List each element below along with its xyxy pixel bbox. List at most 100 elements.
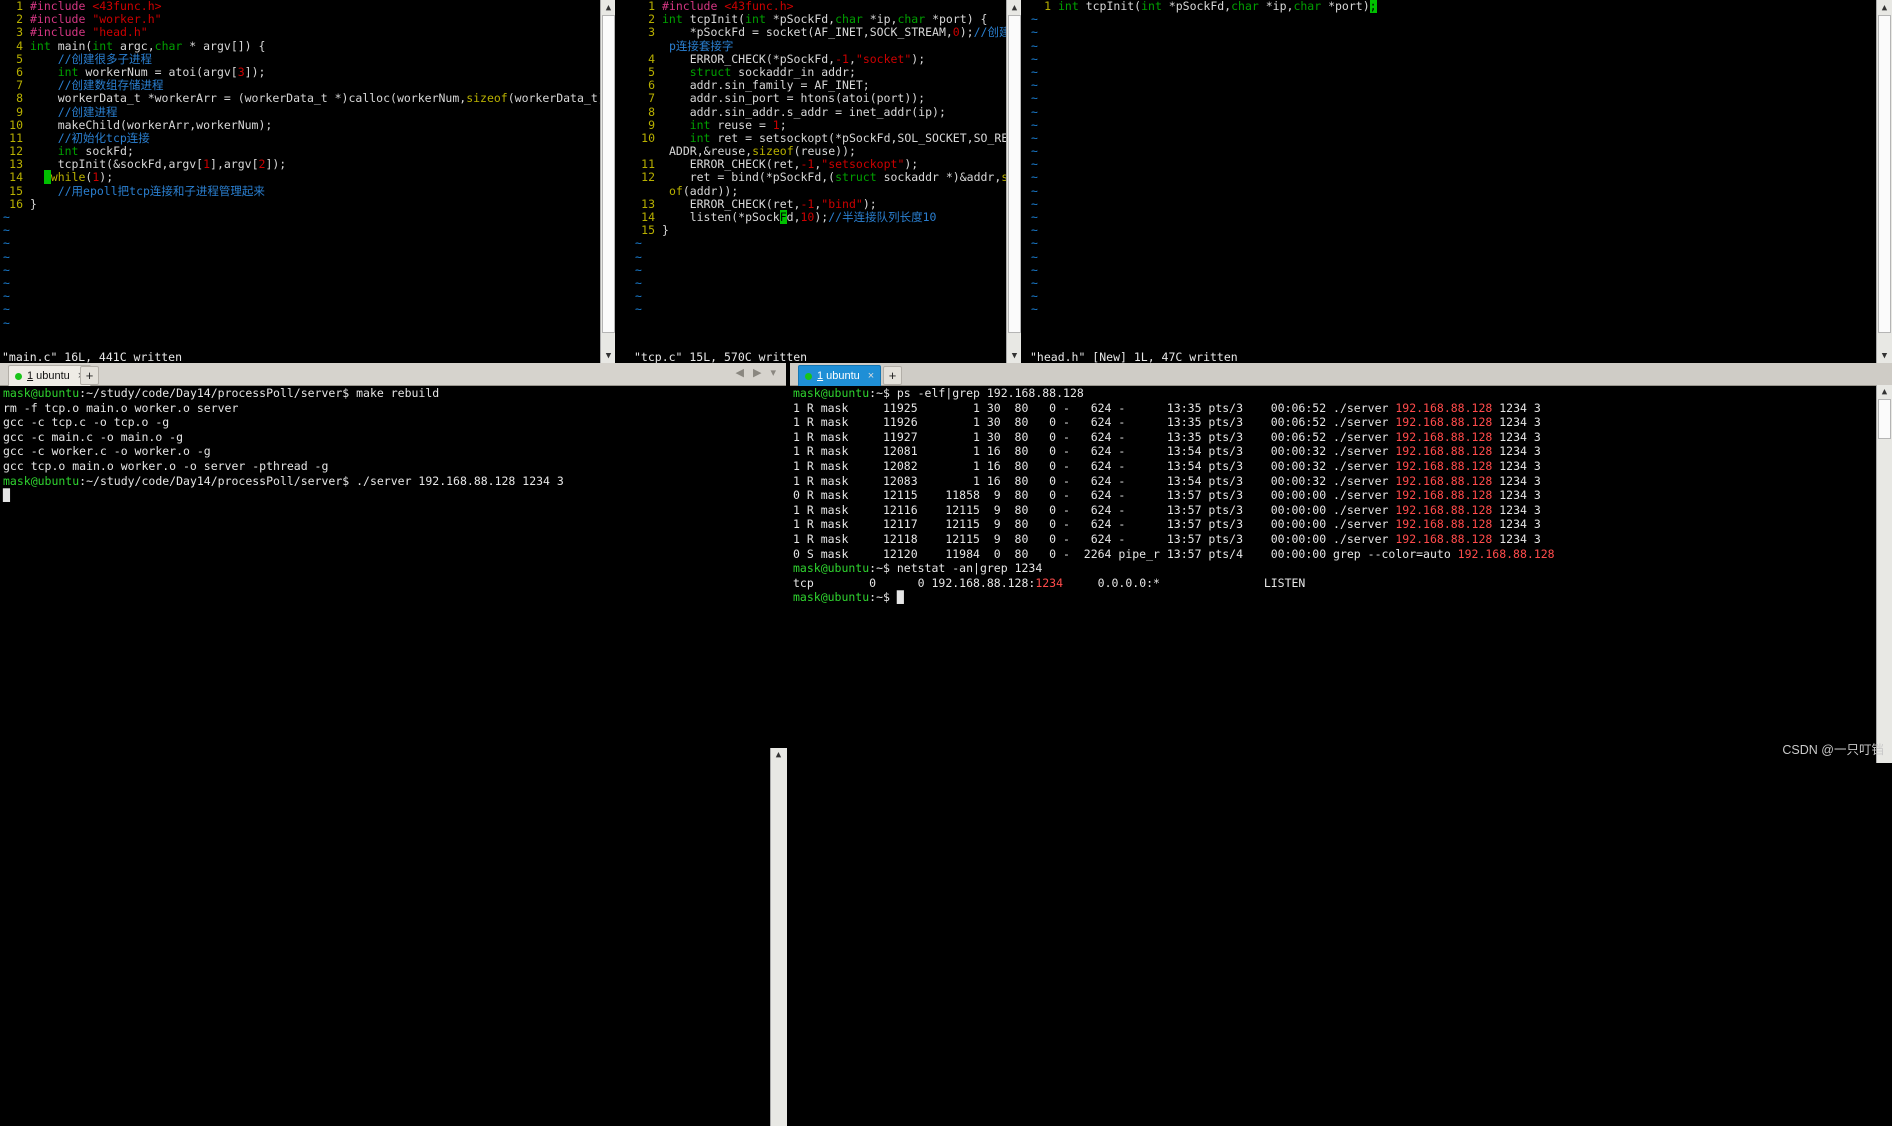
scroll-up-icon[interactable]: ▲: [1877, 0, 1892, 15]
scroll-up-icon[interactable]: ▲: [771, 748, 786, 762]
terminal-left-scrollbar[interactable]: ▲: [770, 748, 787, 1126]
terminal-line: 0 R mask 12115 11858 9 80 0 - 624 - 13:5…: [790, 488, 1892, 503]
code-token: int: [57, 64, 79, 79]
code-token: sockaddr_in addr;: [731, 64, 856, 79]
scroll-up-icon[interactable]: ▲: [1877, 385, 1892, 399]
terminal-line: mask@ubuntu:~/study/code/Day14/processPo…: [0, 386, 786, 401]
vim-scrollbar-head-h[interactable]: ▲ ▼: [1876, 0, 1892, 363]
terminal-right-scrollbar[interactable]: ▲: [1876, 385, 1892, 763]
new-tab-button[interactable]: +: [80, 366, 99, 385]
terminal-right[interactable]: 1 ubuntu × + mask@ubuntu:~$ ps -elf|grep…: [790, 363, 1892, 764]
line-number: 14: [9, 170, 23, 185]
code-token: p连接套接字: [669, 38, 734, 53]
code-text: }: [662, 224, 669, 237]
code-token: int: [1141, 0, 1162, 13]
vim-empty-line-marker: ~: [3, 275, 10, 290]
terminal-right-output[interactable]: mask@ubuntu:~$ ps -elf|grep 192.168.88.1…: [790, 386, 1892, 764]
code-token: *pSockFd,: [765, 12, 836, 27]
vim-pane-main-c[interactable]: 1 #include <43func.h> 2 #include "worker.h"…: [0, 0, 600, 363]
tabbar-menu-icon[interactable]: ▾: [770, 366, 776, 379]
code-line: 14 listen(*pSockFd,10);//半连接队列长度10: [632, 210, 1020, 224]
terminal-text: 1234 3: [1492, 415, 1541, 430]
code-token: *pSockFd,: [1161, 0, 1232, 13]
watermark: CSDN @一只叮铛: [1782, 743, 1884, 757]
terminal-left-tabbar[interactable]: 1 ubuntu × + ◀ ▶ ▾: [0, 363, 786, 386]
tabbar-nav-controls[interactable]: ◀ ▶ ▾: [736, 366, 776, 379]
code-token: "head.h": [92, 25, 148, 40]
code-token: );: [911, 51, 926, 66]
terminal-text: 1234 3: [1492, 517, 1541, 532]
code-token: int: [689, 117, 711, 132]
code-area-head-h[interactable]: 1 int tcpInit(int *pSockFd,char *ip,char …: [1028, 0, 1892, 317]
vim-empty-line-marker: ~: [1031, 78, 1038, 93]
code-token: int: [1058, 0, 1079, 13]
vim-empty-line-marker: ~: [1031, 289, 1038, 304]
code-token: tcpInit(: [682, 12, 746, 27]
terminal-text: 0 S mask 12120 11984 0 80 0 - 2264 pipe_…: [793, 546, 1458, 561]
code-token: ERROR_CHECK(ret,: [662, 157, 801, 172]
terminal-left[interactable]: 1 ubuntu × + ◀ ▶ ▾ mask@ubuntu:~/study/c…: [0, 363, 786, 764]
line-number: 9: [648, 117, 655, 132]
scrollbar-thumb[interactable]: [1008, 15, 1021, 333]
scroll-down-icon[interactable]: ▼: [1007, 348, 1022, 363]
terminal-text: 1 R mask 12083 1 16 80 0 - 624 - 13:54 p…: [793, 473, 1396, 488]
code-token: //创建进程: [30, 104, 118, 119]
vim-empty-line-marker: ~: [3, 210, 10, 224]
vim-empty-line-marker: ~: [1031, 64, 1038, 79]
line-number: 4: [16, 38, 23, 53]
vim-empty-line-marker: ~: [635, 249, 642, 264]
code-area-main-c[interactable]: 1 #include <43func.h> 2 #include "worker.h"…: [0, 0, 600, 330]
vim-pane-tcp-c[interactable]: 1 #include <43func.h> 2 int tcpInit(int *pS…: [632, 0, 1020, 363]
code-token: 1: [203, 157, 211, 172]
code-token: tcpInit(&sockFd,argv[: [30, 157, 204, 172]
scroll-down-icon[interactable]: ▼: [601, 348, 616, 363]
code-token: #include: [30, 25, 93, 40]
code-token: addr.sin_addr.s_addr = inet_addr(ip);: [662, 104, 946, 119]
tab-label: ubuntu: [826, 370, 860, 382]
new-tab-button[interactable]: +: [883, 366, 902, 385]
terminal-text: tcp 0 0 192.168.88.128:: [793, 575, 1036, 590]
code-token: *ip,: [862, 12, 898, 27]
close-icon[interactable]: ×: [868, 370, 874, 382]
code-token: char: [897, 12, 926, 27]
terminal-line: tcp 0 0 192.168.88.128:1234 0.0.0.0:* LI…: [790, 576, 1892, 591]
terminal-text: gcc -c tcp.c -o tcp.o -g: [3, 415, 170, 430]
line-number: 7: [648, 91, 655, 106]
nav-prev-icon[interactable]: ◀: [736, 366, 744, 379]
code-token: addr.sin_family = AF_INET;: [662, 78, 870, 93]
terminal-text: 192.168.88.128: [1395, 400, 1493, 415]
vim-empty-line-marker: ~: [3, 262, 10, 277]
vim-empty-line-marker: ~: [635, 302, 642, 317]
code-token: //半连接队列长度10: [828, 210, 937, 224]
code-token: int: [30, 38, 51, 53]
terminal-text: 192.168.88.128: [1395, 415, 1493, 430]
code-area-tcp-c[interactable]: 1 #include <43func.h> 2 int tcpInit(int *pS…: [632, 0, 1020, 317]
terminal-line: 1 R mask 12118 12115 9 80 0 - 624 - 13:5…: [790, 532, 1892, 547]
terminal-tab-ubuntu[interactable]: 1 ubuntu ×: [798, 365, 882, 386]
vim-empty-line-marker: ~: [1031, 91, 1038, 106]
vim-editors-row: 1 #include <43func.h> 2 #include "worker.h"…: [0, 0, 1892, 363]
code-token: ;: [1369, 0, 1377, 13]
terminal-text: 1234 3: [1492, 502, 1541, 517]
terminal-line: 1 R mask 12116 12115 9 80 0 - 624 - 13:5…: [790, 503, 1892, 518]
terminal-right-tabbar[interactable]: 1 ubuntu × +: [790, 363, 1892, 386]
nav-next-icon[interactable]: ▶: [753, 366, 761, 379]
terminal-text: 1234: [1035, 575, 1064, 590]
scrollbar-thumb[interactable]: [1878, 15, 1891, 333]
terminal-text: gcc -c main.c -o main.o -g: [3, 429, 184, 444]
terminal-text: 1 R mask 11927 1 30 80 0 - 624 - 13:35 p…: [793, 429, 1396, 444]
scrollbar-thumb[interactable]: [602, 15, 615, 333]
tab-label: ubuntu: [36, 370, 70, 382]
scroll-down-icon[interactable]: ▼: [1877, 348, 1892, 363]
terminal-line: 1 R mask 11926 1 30 80 0 - 624 - 13:35 p…: [790, 415, 1892, 430]
scrollbar-thumb[interactable]: [1878, 399, 1891, 439]
code-token: "setsockopt": [821, 157, 905, 172]
code-token: char: [1293, 0, 1322, 13]
terminal-left-output[interactable]: mask@ubuntu:~/study/code/Day14/processPo…: [0, 386, 786, 764]
terminal-tab-ubuntu[interactable]: 1 ubuntu ×: [8, 365, 92, 386]
vim-empty-line-marker: ~: [1031, 38, 1038, 53]
vim-pane-head-h[interactable]: 1 int tcpInit(int *pSockFd,char *ip,char …: [1028, 0, 1892, 363]
scroll-up-icon[interactable]: ▲: [601, 0, 616, 15]
scroll-up-icon[interactable]: ▲: [1007, 0, 1022, 15]
